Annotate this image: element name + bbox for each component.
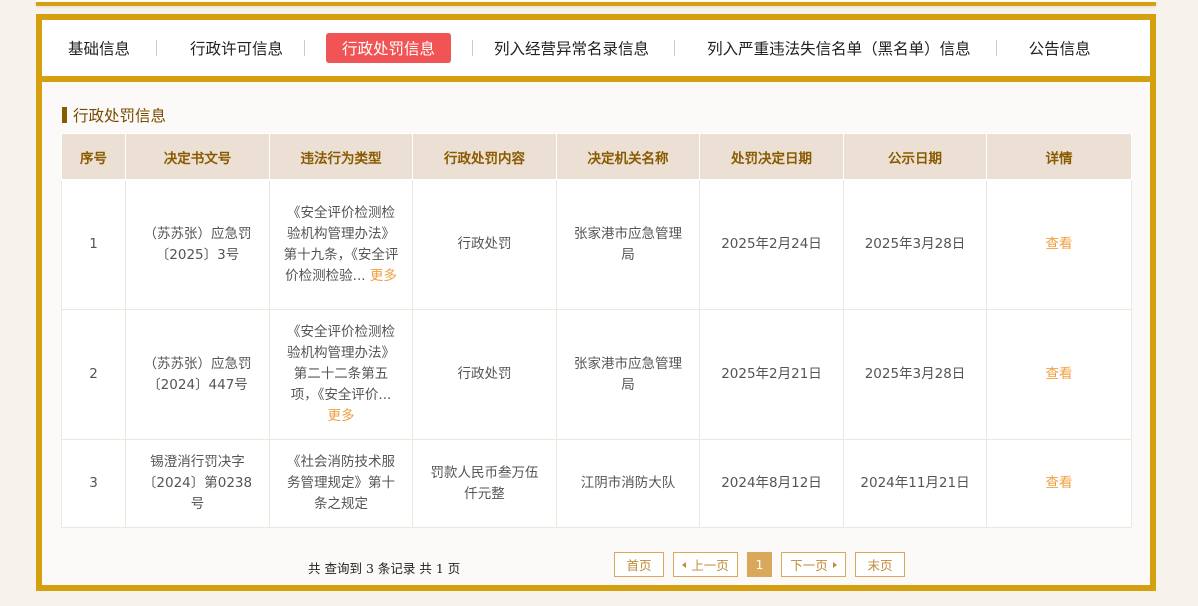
cell-decision-date: 2025年2月24日 bbox=[699, 179, 844, 310]
table-row: 2 （苏苏张）应急罚〔2024〕447号 《安全评价检测检验机构管理办法》第二十… bbox=[61, 309, 1132, 440]
penalty-table: 序号 决定书文号 违法行为类型 行政处罚内容 决定机关名称 处罚决定日期 公示日… bbox=[61, 133, 1132, 528]
tab-blacklist[interactable]: 列入严重违法失信名单（黑名单）信息 bbox=[707, 33, 971, 63]
header-decision-date: 处罚决定日期 bbox=[699, 133, 844, 180]
more-link[interactable]: 更多 bbox=[328, 408, 355, 424]
header-no: 序号 bbox=[61, 133, 126, 180]
prev-page-label: 上一页 bbox=[691, 558, 729, 573]
cell-content: 行政处罚 bbox=[412, 309, 557, 440]
prev-page-button[interactable]: 上一页 bbox=[673, 552, 738, 577]
tab-bar: 基础信息 行政许可信息 行政处罚信息 列入经营异常名录信息 列入严重违法失信名单… bbox=[42, 20, 1150, 76]
section-title: 行政处罚信息 bbox=[62, 106, 167, 125]
next-page-button[interactable]: 下一页 bbox=[781, 552, 846, 577]
cell-decision-date: 2025年2月21日 bbox=[699, 309, 844, 440]
tab-separator bbox=[304, 40, 306, 56]
cell-detail: 查看 bbox=[986, 309, 1132, 440]
penalty-panel: 基础信息 行政许可信息 行政处罚信息 列入经营异常名录信息 列入严重违法失信名单… bbox=[36, 14, 1156, 591]
cell-publish-date: 2024年11月21日 bbox=[843, 439, 987, 528]
cell-violation: 《安全评价检测检验机构管理办法》第二十二条第五项，《安全评价... 更多 bbox=[269, 309, 413, 440]
cell-no: 3 bbox=[61, 439, 126, 528]
section-title-text: 行政处罚信息 bbox=[73, 107, 167, 125]
tab-separator bbox=[472, 40, 474, 56]
cell-no: 1 bbox=[61, 179, 126, 310]
penalty-content: 行政处罚信息 序号 决定书文号 违法行为类型 行政处罚内容 决定机关名称 处罚决… bbox=[42, 82, 1150, 585]
cell-detail: 查看 bbox=[986, 439, 1132, 528]
tab-basic-info[interactable]: 基础信息 bbox=[68, 33, 130, 63]
tab-admin-penalty[interactable]: 行政处罚信息 bbox=[326, 33, 452, 63]
next-page-label: 下一页 bbox=[790, 558, 828, 573]
cell-authority: 江阴市消防大队 bbox=[556, 439, 700, 528]
tab-abnormal-operation[interactable]: 列入经营异常名录信息 bbox=[494, 33, 649, 63]
header-detail: 详情 bbox=[986, 133, 1132, 180]
tab-separator bbox=[156, 40, 158, 56]
chevron-right-icon bbox=[832, 561, 837, 568]
header-violation: 违法行为类型 bbox=[269, 133, 413, 180]
current-page-button[interactable]: 1 bbox=[747, 552, 772, 577]
header-content: 行政处罚内容 bbox=[412, 133, 557, 180]
view-link[interactable]: 查看 bbox=[1046, 236, 1073, 252]
tab-separator bbox=[674, 40, 676, 56]
cell-doc-no: 锡澄消行罚决字〔2024〕第0238号 bbox=[125, 439, 270, 528]
header-doc-no: 决定书文号 bbox=[125, 133, 270, 180]
cell-no: 2 bbox=[61, 309, 126, 440]
cell-violation: 《社会消防技术服务管理规定》第十条之规定 bbox=[269, 439, 413, 528]
table-header-row: 序号 决定书文号 违法行为类型 行政处罚内容 决定机关名称 处罚决定日期 公示日… bbox=[61, 133, 1132, 180]
cell-publish-date: 2025年3月28日 bbox=[843, 179, 987, 310]
view-link[interactable]: 查看 bbox=[1046, 475, 1073, 491]
tab-announcement[interactable]: 公告信息 bbox=[1029, 33, 1091, 63]
header-publish-date: 公示日期 bbox=[843, 133, 987, 180]
cell-violation: 《安全评价检测检验机构管理办法》第十九条，《安全评价检测检验... 更多 bbox=[269, 179, 413, 310]
cell-authority: 张家港市应急管理局 bbox=[556, 309, 700, 440]
header-authority: 决定机关名称 bbox=[556, 133, 700, 180]
previous-panel-edge bbox=[36, 0, 1156, 6]
first-page-button[interactable]: 首页 bbox=[614, 552, 664, 577]
cell-content: 行政处罚 bbox=[412, 179, 557, 310]
cell-publish-date: 2025年3月28日 bbox=[843, 309, 987, 440]
chevron-left-icon bbox=[682, 561, 687, 568]
cell-doc-no: （苏苏张）应急罚〔2025〕3号 bbox=[125, 179, 270, 310]
title-marker-icon bbox=[62, 107, 67, 123]
tab-separator bbox=[995, 40, 997, 56]
cell-content: 罚款人民币叁万伍仟元整 bbox=[412, 439, 557, 528]
more-link[interactable]: 更多 bbox=[370, 268, 397, 284]
cell-authority: 张家港市应急管理局 bbox=[556, 179, 700, 310]
cell-decision-date: 2024年8月12日 bbox=[699, 439, 844, 528]
last-page-button[interactable]: 末页 bbox=[855, 552, 905, 577]
tab-admin-license[interactable]: 行政许可信息 bbox=[190, 33, 283, 63]
cell-doc-no: （苏苏张）应急罚〔2024〕447号 bbox=[125, 309, 270, 440]
violation-text: 《安全评价检测检验机构管理办法》第二十二条第五项，《安全评价... bbox=[287, 324, 395, 403]
table-row: 1 （苏苏张）应急罚〔2025〕3号 《安全评价检测检验机构管理办法》第十九条，… bbox=[61, 179, 1132, 310]
pager-summary: 共 查询到 3 条记录 共 1 页 bbox=[308, 561, 461, 576]
cell-detail: 查看 bbox=[986, 179, 1132, 310]
view-link[interactable]: 查看 bbox=[1046, 366, 1073, 382]
table-row: 3 锡澄消行罚决字〔2024〕第0238号 《社会消防技术服务管理规定》第十条之… bbox=[61, 439, 1132, 528]
